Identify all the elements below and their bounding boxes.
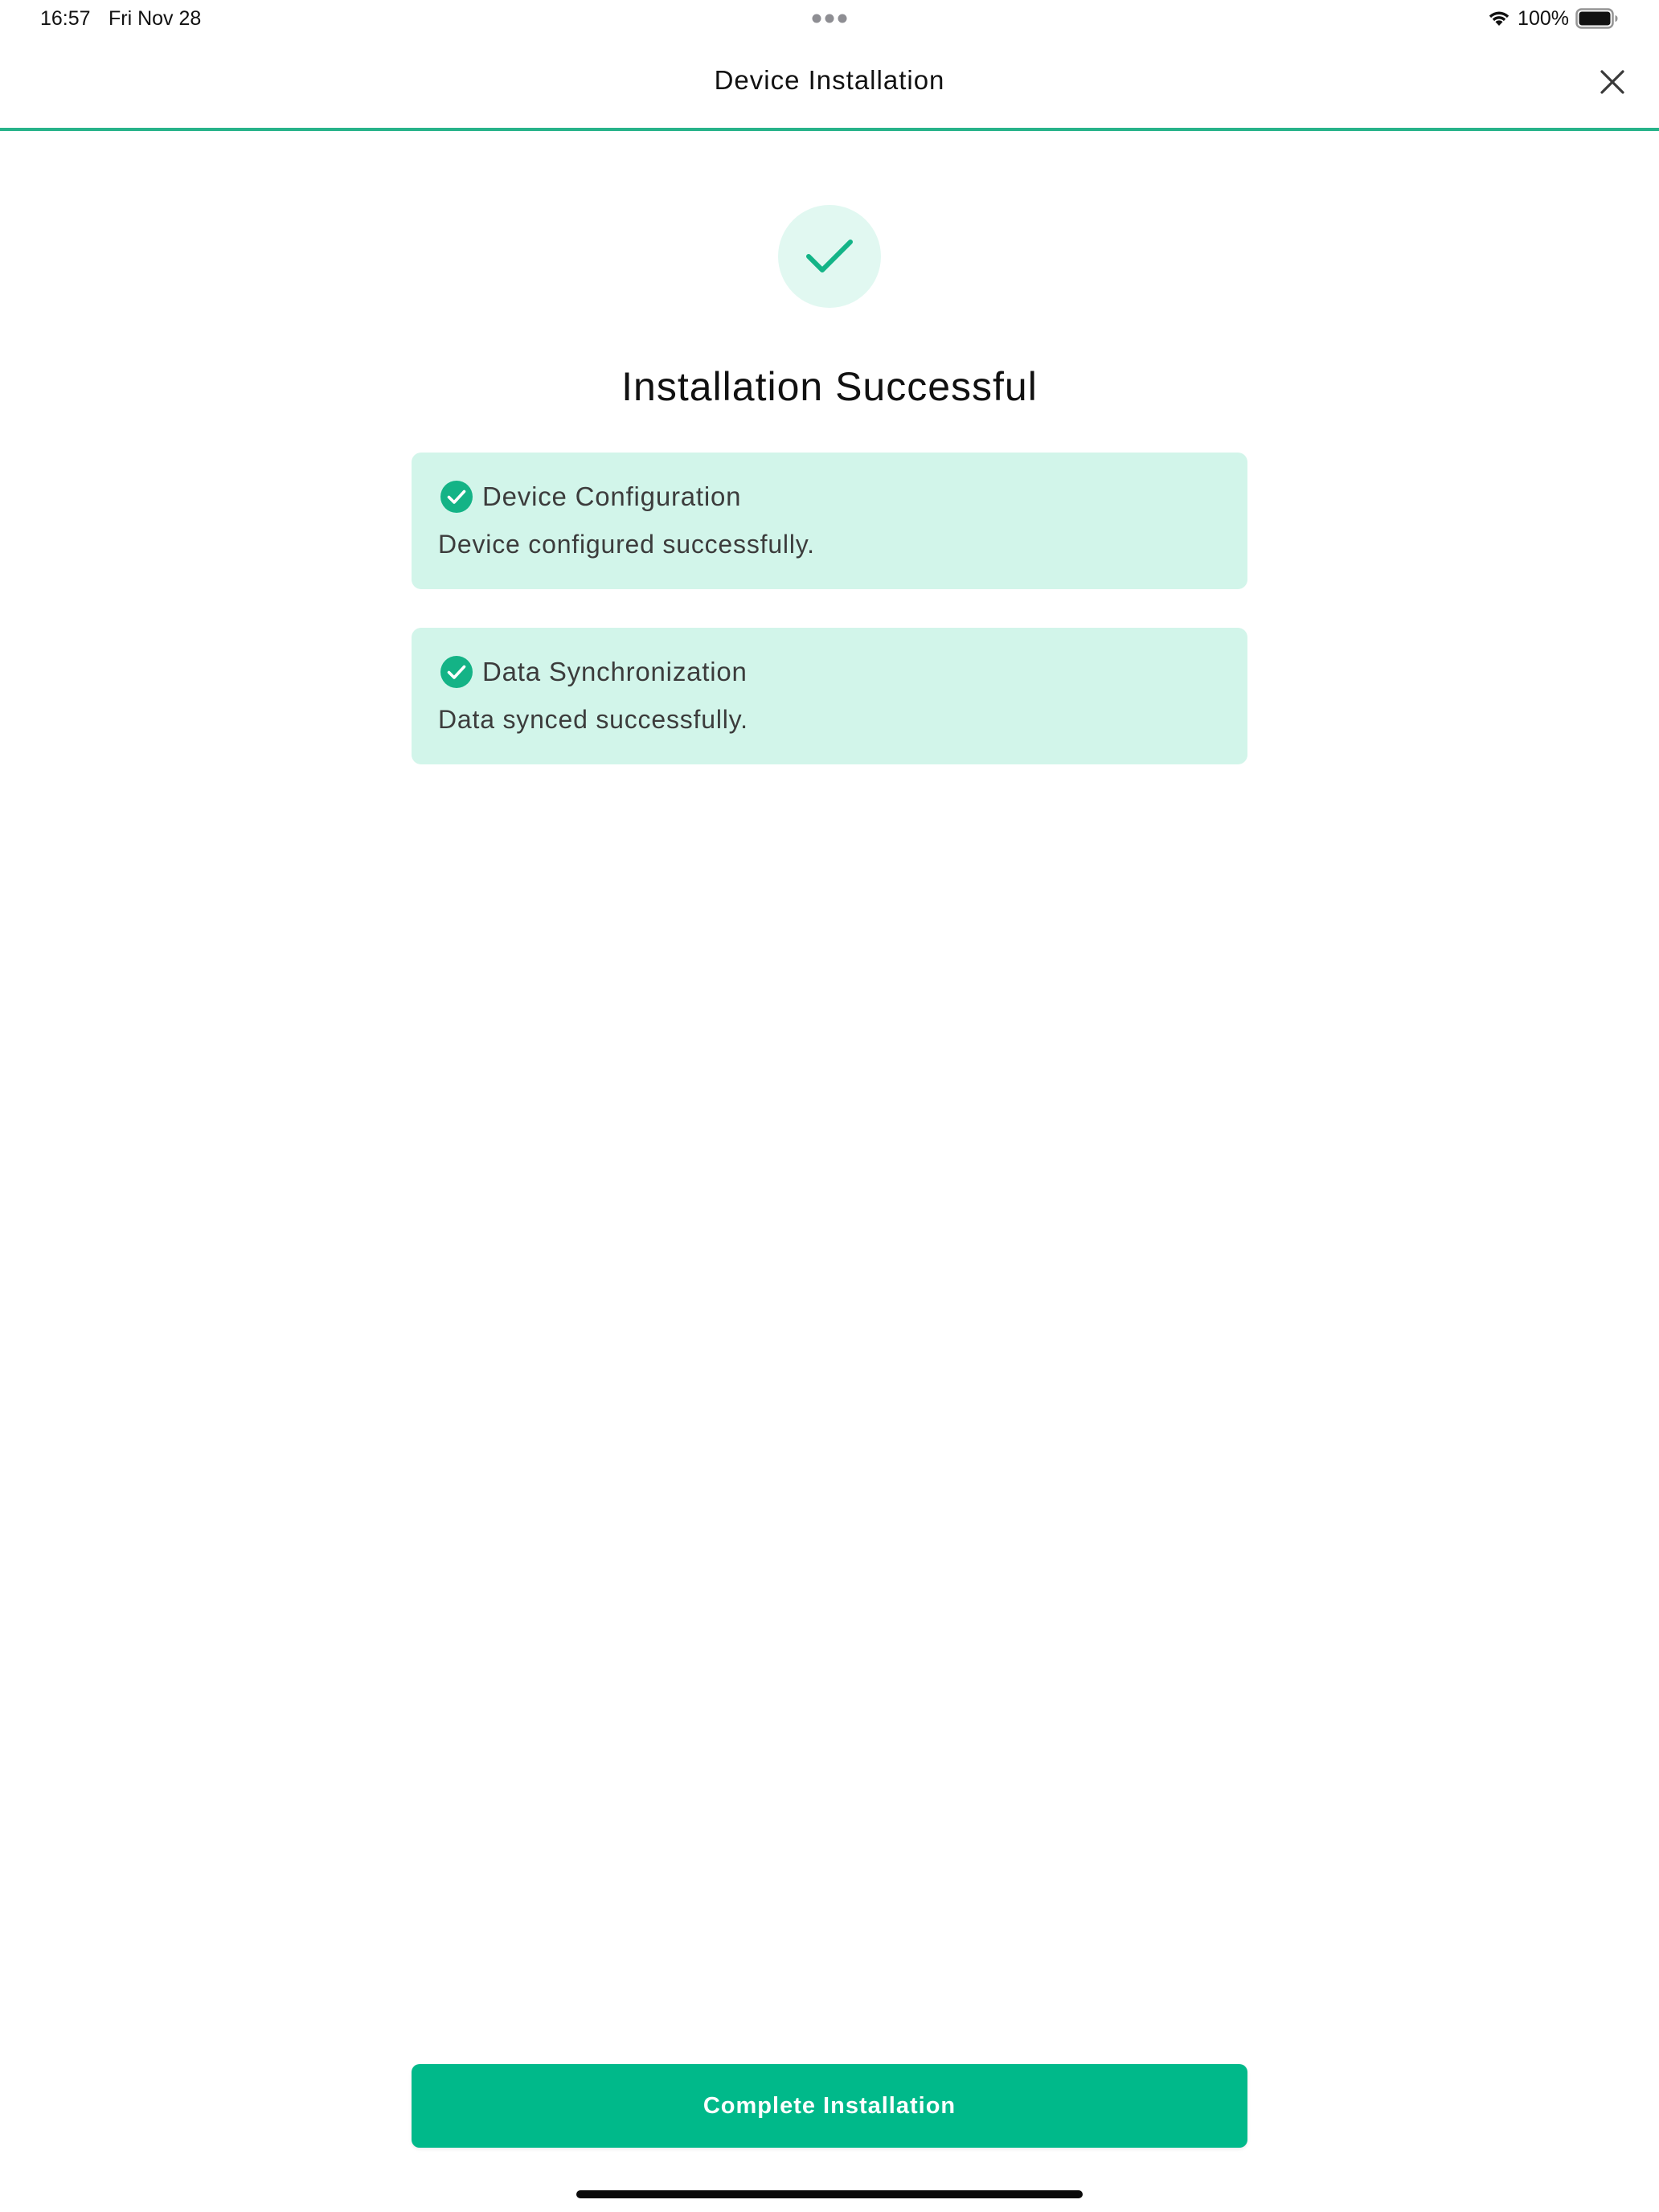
complete-installation-button[interactable]: Complete Installation [412, 2064, 1247, 2148]
card-title: Device Configuration [482, 481, 742, 511]
battery-percentage: 100% [1518, 7, 1569, 30]
check-circle-icon [440, 656, 473, 688]
status-time: 16:57 [40, 7, 91, 30]
card-title: Data Synchronization [482, 657, 748, 686]
success-title: Installation Successful [621, 364, 1038, 409]
close-button[interactable] [1593, 63, 1632, 101]
checkmark-icon [806, 240, 853, 272]
status-card-device-configuration: Device Configuration Device configured s… [412, 453, 1247, 589]
battery-full-icon [1575, 8, 1618, 29]
progress-divider [0, 128, 1659, 131]
status-date: Fri Nov 28 [109, 7, 202, 30]
success-icon-badge [778, 205, 881, 308]
status-card-data-synchronization: Data Synchronization Data synced success… [412, 628, 1247, 764]
navigation-header: Device Installation [0, 39, 1659, 129]
wifi-icon [1489, 11, 1509, 26]
status-indicators: 100% [1487, 5, 1619, 32]
card-description: Data synced successfully. [438, 705, 748, 734]
ellipsis-icon[interactable] [811, 13, 848, 24]
check-circle-icon [440, 481, 473, 513]
card-description: Device configured successfully. [438, 530, 815, 559]
home-indicator[interactable] [576, 2190, 1083, 2198]
page-title: Device Installation [714, 65, 945, 95]
status-bar: 16:57 Fri Nov 28 100% [0, 0, 1659, 39]
close-icon[interactable] [1600, 69, 1625, 95]
